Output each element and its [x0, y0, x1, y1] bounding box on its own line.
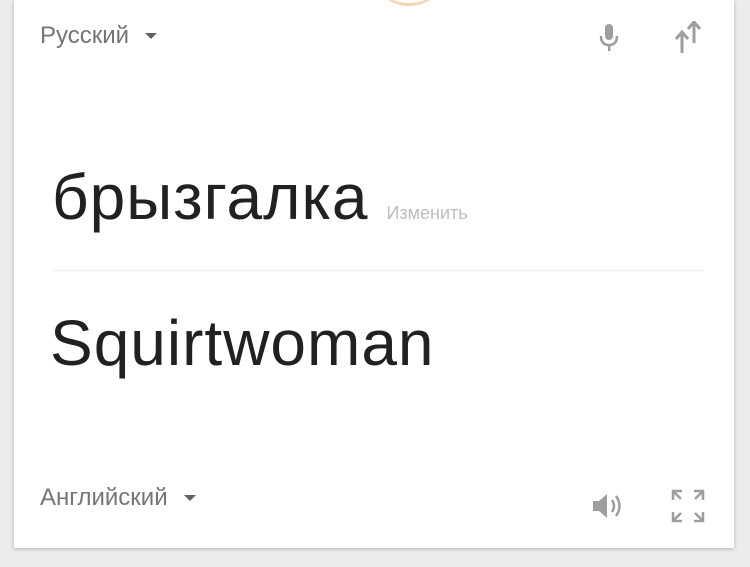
chevron-down-icon	[145, 33, 158, 39]
source-language-label: Русский	[40, 22, 130, 49]
microphone-icon	[599, 24, 619, 51]
translator-card: Русский брызгалка Изменить Squirtwoman А…	[14, 0, 734, 548]
swap-languages-icon	[674, 21, 702, 53]
source-text-row: брызгалка Изменить	[52, 160, 468, 234]
fullscreen-button[interactable]	[668, 486, 708, 526]
fullscreen-icon	[671, 489, 705, 523]
source-text[interactable]: брызгалка	[52, 160, 368, 234]
edit-link[interactable]: Изменить	[386, 203, 467, 224]
speaker-icon	[593, 494, 621, 518]
translation-text: Squirtwoman	[50, 307, 435, 379]
target-language-select[interactable]: Английский	[40, 484, 196, 512]
chevron-down-icon	[183, 495, 196, 501]
swap-languages-button[interactable]	[668, 18, 708, 58]
microphone-button[interactable]	[589, 18, 629, 58]
source-language-select[interactable]: Русский	[40, 22, 158, 50]
listen-button[interactable]	[588, 486, 628, 526]
divider	[54, 270, 704, 271]
top-arc-decoration	[369, 0, 449, 6]
target-language-label: Английский	[40, 484, 168, 511]
